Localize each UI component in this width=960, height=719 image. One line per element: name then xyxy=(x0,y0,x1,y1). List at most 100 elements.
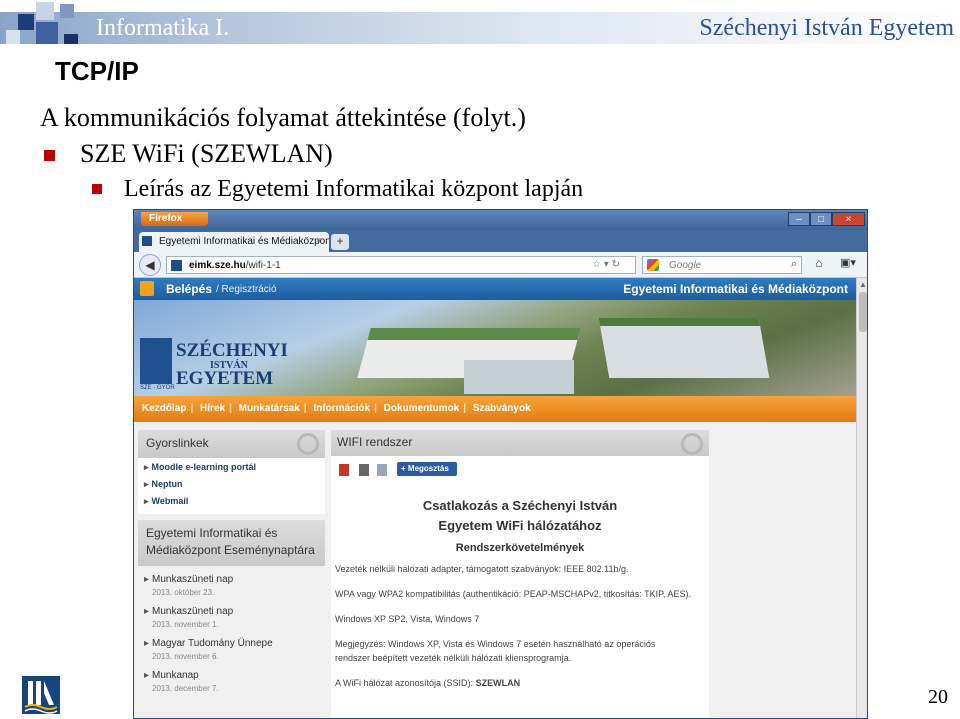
events-list: ▸ Munkaszüneti nap 2013. október 23. ▸ Mun… xyxy=(138,566,325,718)
menu-item-documents[interactable]: Dokumentumok xyxy=(384,403,460,414)
browser-tab[interactable]: Egyetemi Informatikai és Médiaközpont ..… xyxy=(139,232,329,252)
banner-building xyxy=(464,360,574,394)
title-bar: Firefox – □ × xyxy=(134,210,867,230)
gear-icon xyxy=(297,433,319,455)
bullet-line: SZE WiFi (SZEWLAN) xyxy=(80,139,333,168)
decor-square xyxy=(6,30,20,44)
requirement-text: Windows XP SP2, Vista, Windows 7 xyxy=(335,614,480,624)
back-button[interactable]: ◀ xyxy=(139,254,161,276)
decor-square xyxy=(60,4,74,18)
quicklinks-list: ▸ Moodle e-learning portál ▸ Neptun ▸ Webma… xyxy=(138,458,325,514)
list-item[interactable]: ▸ Neptun xyxy=(144,479,183,490)
main-content: WIFI rendszer + Megosztás Csatlakozás a … xyxy=(331,430,709,718)
menu-item-standards[interactable]: Szabványok xyxy=(473,403,531,414)
register-link[interactable]: / Regisztráció xyxy=(216,284,277,295)
scroll-thumb[interactable] xyxy=(859,292,867,332)
bullet-square-icon xyxy=(44,150,55,161)
event-title[interactable]: ▸ Munkaszüneti nap xyxy=(144,574,233,585)
mail-icon[interactable] xyxy=(377,464,387,476)
requirement-text: Vezeték nélküli hálózati adapter, támoga… xyxy=(335,564,629,574)
addon-icon[interactable]: ▣▾ xyxy=(837,256,859,274)
event-date: 2013. december 7. xyxy=(152,684,219,693)
close-window-button[interactable]: × xyxy=(832,212,865,226)
url-path: /wifi-1-1 xyxy=(245,260,281,271)
menu-item-home[interactable]: Kezdőlap xyxy=(142,403,186,414)
site-top-bar: Belépés / Regisztráció Egyetemi Informat… xyxy=(134,278,856,300)
home-icon[interactable]: ⌂ xyxy=(809,256,829,274)
print-icon[interactable] xyxy=(359,464,369,476)
article-title: Csatlakozás a Széchenyi István xyxy=(422,498,618,513)
new-tab-button[interactable]: + xyxy=(331,234,349,250)
logo-text: EGYETEM xyxy=(176,368,274,389)
requirements-heading: Rendszerkövetelmények xyxy=(455,542,585,554)
pdf-icon[interactable] xyxy=(339,464,349,476)
decor-square xyxy=(64,34,78,44)
list-item[interactable]: ▸ Webmail xyxy=(144,496,188,507)
decor-square xyxy=(36,2,54,20)
content-toolbar: + Megosztás xyxy=(337,462,637,480)
campus-banner: SZÉCHENYI ISTVÁN EGYETEM SZE · GYŐR xyxy=(134,300,856,396)
slide-header: Informatika I. Széchenyi István Egyetem xyxy=(0,0,960,48)
content-header: WIFI rendszer xyxy=(331,430,709,456)
event-title[interactable]: ▸ Munkaszüneti nap xyxy=(144,606,233,617)
tab-title: Egyetemi Informatikai és Médiaközpont ..… xyxy=(159,236,329,247)
content-title: WIFI rendszer xyxy=(337,435,413,449)
article-title: Egyetem WiFi hálózatához xyxy=(438,518,602,533)
google-icon xyxy=(647,259,659,271)
search-placeholder: Google xyxy=(669,260,702,271)
favicon-icon xyxy=(142,236,152,246)
slide-title: TCP/IP xyxy=(55,56,139,86)
events-header: Egyetemi Informatikai és Médiaközpont Es… xyxy=(138,520,325,566)
page-number: 20 xyxy=(928,686,948,708)
quicklinks-header: Gyorslinkek xyxy=(138,430,325,458)
search-input[interactable]: Google ⌕ xyxy=(642,256,802,274)
menu-item-staff[interactable]: Munkatársak xyxy=(239,403,300,414)
lock-icon xyxy=(140,281,154,296)
course-title: Informatika I. xyxy=(96,15,230,41)
logo-text: SZÉCHENYI xyxy=(176,340,288,361)
bookmark-star-icon[interactable]: ☆ ▾ ↻ xyxy=(592,259,620,270)
web-page: Belépés / Regisztráció Egyetemi Informat… xyxy=(134,278,856,718)
url-bar[interactable]: eimk.sze.hu/wifi-1-1 ☆ ▾ ↻ xyxy=(166,256,636,274)
main-menu: Kezdőlap | Hírek | Munkatársak | Információ… xyxy=(134,396,856,422)
event-date: 2013. november 1. xyxy=(152,620,219,629)
scrollbar[interactable]: ▲ xyxy=(856,278,867,718)
tab-close-icon[interactable]: × xyxy=(316,235,321,245)
url-host: eimk.sze.hu xyxy=(189,260,246,271)
browser-window: Firefox – □ × Egyetemi Informatikai és M… xyxy=(133,209,868,719)
event-title[interactable]: ▸ Munkanap xyxy=(144,670,199,681)
logo-mark-icon xyxy=(140,338,172,384)
minimize-button[interactable]: – xyxy=(788,212,810,226)
site-identity-icon xyxy=(171,260,182,271)
note-text: Megjegyzés: Windows XP, Vista és Windows… xyxy=(335,639,656,649)
navigation-bar: ◀ eimk.sze.hu/wifi-1-1 ☆ ▾ ↻ Google ⌕ ⌂ … xyxy=(134,252,867,278)
event-title[interactable]: ▸ Magyar Tudomány Ünnepe xyxy=(144,638,273,649)
event-date: 2013. október 23. xyxy=(152,588,215,597)
events-title: Médiaközpont Eseménynaptára xyxy=(146,543,315,557)
maximize-button[interactable]: □ xyxy=(810,212,832,226)
menu-item-info[interactable]: Információk xyxy=(313,403,370,414)
decor-square xyxy=(36,22,58,44)
login-link[interactable]: Belépés xyxy=(166,282,212,296)
university-logo[interactable]: SZÉCHENYI ISTVÁN EGYETEM SZE · GYŐR xyxy=(134,330,309,396)
banner-building xyxy=(598,318,770,378)
event-date: 2013. november 6. xyxy=(152,652,219,661)
gear-icon xyxy=(681,433,703,455)
requirement-text: WPA vagy WPA2 kompatibilitás (authentiká… xyxy=(335,589,691,599)
share-button[interactable]: + Megosztás xyxy=(397,462,457,476)
menu-items: Kezdőlap | Hírek | Munkatársak | Információ… xyxy=(142,403,531,414)
ssid-text: A WiFi hálózat azonosítója (SSID): SZEWL… xyxy=(335,678,521,688)
firefox-menu-button[interactable]: Firefox xyxy=(141,212,208,226)
site-name: Egyetemi Informatikai és Médiaközpont xyxy=(623,282,848,296)
quicklinks-title: Gyorslinkek xyxy=(146,436,209,450)
decor-square xyxy=(18,14,34,30)
sub-bullet-line: Leírás az Egyetemi Informatikai központ … xyxy=(124,176,584,202)
search-icon[interactable]: ⌕ xyxy=(791,258,797,271)
university-name: Széchenyi István Egyetem xyxy=(699,15,954,41)
menu-item-news[interactable]: Hírek xyxy=(200,403,225,414)
scroll-up-icon[interactable]: ▲ xyxy=(859,280,867,289)
list-item[interactable]: ▸ Moodle e-learning portál xyxy=(144,462,256,473)
logo-subtext: SZE · GYŐR xyxy=(140,385,175,391)
tab-strip: Egyetemi Informatikai és Médiaközpont ..… xyxy=(134,230,867,252)
sidebar: Gyorslinkek ▸ Moodle e-learning portál ▸ N… xyxy=(138,430,325,718)
